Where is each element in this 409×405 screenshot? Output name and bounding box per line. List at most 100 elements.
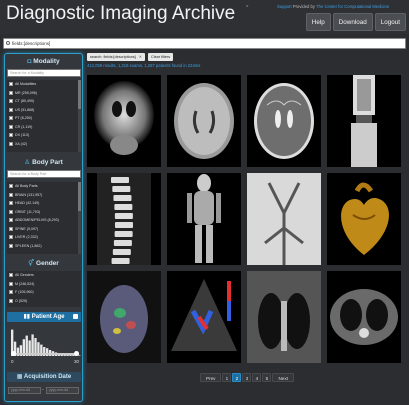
checkbox[interactable] <box>9 235 13 240</box>
modality-list: All Modalities MR (255,096) CT (80,499) … <box>7 80 81 152</box>
list-item[interactable]: CR (1,119) <box>7 123 81 132</box>
date-separator: - <box>42 387 44 393</box>
active-filters: search: fields:[descriptions] ✕ Clear fil… <box>87 53 174 61</box>
brain-coronal-image <box>94 81 154 155</box>
modality-scrollbar[interactable] <box>78 80 81 152</box>
checkbox[interactable] <box>9 90 13 95</box>
title-dropdown-caret-icon[interactable]: ˇ <box>246 6 248 13</box>
image-thumbnail[interactable] <box>87 173 161 265</box>
checkbox[interactable] <box>9 82 13 87</box>
checkbox[interactable] <box>9 209 13 214</box>
list-item[interactable]: LIVER (2,332) <box>7 233 81 242</box>
list-item[interactable]: SPINE (5,097) <box>7 225 81 234</box>
prev-page-button[interactable]: Prev <box>200 373 222 382</box>
list-item[interactable]: DX (113) <box>7 131 81 140</box>
camera-icon: ◘ <box>27 58 32 65</box>
gender-icon: ⚥ <box>28 260 35 267</box>
body-part-search-input[interactable]: Search for a Body Part <box>7 170 81 178</box>
checkbox[interactable] <box>9 290 13 295</box>
list-item[interactable]: SPLEEN (1,862) <box>7 242 81 251</box>
checkbox[interactable] <box>9 116 13 121</box>
list-item[interactable]: ORBIT (11,703) <box>7 208 81 217</box>
top-bar: Diagnostic Imaging Archive ˇ Support Pro… <box>0 0 409 34</box>
header-buttons: Help Download Logout <box>305 13 406 31</box>
help-button[interactable]: Help <box>305 13 331 31</box>
image-thumbnail[interactable] <box>327 75 401 167</box>
acquisition-date-heading: ▦ Acquisition Date <box>7 372 81 382</box>
body-part-scrollbar[interactable] <box>78 182 81 254</box>
list-item[interactable]: ABDOMEN/PELVIS (8,293) <box>7 216 81 225</box>
list-item[interactable]: HEAD (42,149) <box>7 199 81 208</box>
image-thumbnail[interactable] <box>87 75 161 167</box>
list-item[interactable]: CT (80,499) <box>7 97 81 106</box>
checkbox[interactable] <box>9 201 13 206</box>
page-4-button[interactable]: 4 <box>252 373 262 382</box>
checkbox[interactable] <box>9 107 13 112</box>
modality-search-input[interactable]: Search for a Modality <box>7 69 81 77</box>
checkbox[interactable] <box>9 141 13 146</box>
slider-min-handle[interactable] <box>11 351 16 356</box>
clear-filters-button[interactable]: Clear filters <box>147 53 174 61</box>
checkbox[interactable] <box>9 184 13 189</box>
list-item[interactable]: O (525) <box>7 297 81 306</box>
image-thumbnail[interactable] <box>167 75 241 167</box>
image-thumbnail[interactable] <box>247 173 321 265</box>
provider-link[interactable]: The Center for Computational Medicine <box>316 4 389 9</box>
image-thumbnail[interactable] <box>167 173 241 265</box>
checkbox[interactable] <box>9 192 13 197</box>
date-to-input[interactable]: yyyy-mm-dd <box>46 387 79 394</box>
page-1-button[interactable]: 1 <box>222 373 232 382</box>
search-input[interactable]: fields:[descriptions] <box>3 38 406 49</box>
age-icon: ▮▮ <box>23 314 32 320</box>
slider-max-handle[interactable] <box>74 351 79 356</box>
checkbox[interactable] <box>9 99 13 104</box>
image-thumbnail[interactable] <box>87 271 161 363</box>
list-item[interactable]: XA (42) <box>7 140 81 149</box>
page-2-button[interactable]: 2 <box>232 373 242 382</box>
brain-axial-flair-image <box>174 83 234 159</box>
page-3-button[interactable]: 3 <box>242 373 252 382</box>
slider-track <box>11 353 79 355</box>
page-5-button[interactable]: 5 <box>262 373 272 382</box>
app: Diagnostic Imaging Archive ˇ Support Pro… <box>0 0 409 405</box>
checkbox[interactable] <box>9 124 13 129</box>
person-icon: ♙ <box>24 159 31 166</box>
checkbox[interactable] <box>9 218 13 223</box>
close-icon[interactable]: ✕ <box>139 55 142 59</box>
image-thumbnail[interactable] <box>247 75 321 167</box>
gender-list: All Genders M (246,524) F (105,960) O (5… <box>7 271 81 307</box>
date-from-input[interactable]: yyyy-mm-dd <box>8 387 41 394</box>
checkbox[interactable] <box>9 243 13 248</box>
patient-age-checkbox[interactable] <box>73 314 78 319</box>
image-thumbnail[interactable] <box>247 271 321 363</box>
age-min-label: 0 <box>11 359 14 364</box>
pagination: Prev 1 2 3 4 5 Next <box>200 373 294 383</box>
image-thumbnail[interactable] <box>167 271 241 363</box>
age-range-slider[interactable] <box>11 351 79 357</box>
chest-ct-axial-image <box>330 289 398 345</box>
filter-sidebar: ◘ Modality Search for a Modality All Moda… <box>4 53 83 402</box>
list-item[interactable]: All Genders <box>7 271 81 280</box>
list-item[interactable]: PT (6,250) <box>7 114 81 123</box>
list-item[interactable]: BRAIN (131,957) <box>7 191 81 200</box>
support-link[interactable]: Support <box>277 4 292 9</box>
next-page-button[interactable]: Next <box>272 373 294 382</box>
chest-ct-coronal-image <box>247 271 321 363</box>
list-item[interactable]: All Body Parts <box>7 182 81 191</box>
logout-button[interactable]: Logout <box>374 13 406 31</box>
list-item[interactable]: US (51,868) <box>7 106 81 115</box>
checkbox[interactable] <box>9 226 13 231</box>
doppler-ultrasound-image <box>171 279 237 351</box>
image-thumbnail[interactable] <box>327 173 401 265</box>
checkbox[interactable] <box>9 298 13 303</box>
list-item[interactable]: F (105,960) <box>7 288 81 297</box>
list-item[interactable]: All Modalities <box>7 80 81 89</box>
download-button[interactable]: Download <box>332 13 373 31</box>
checkbox[interactable] <box>9 273 13 278</box>
list-item[interactable]: M (246,524) <box>7 280 81 289</box>
checkbox[interactable] <box>9 133 13 138</box>
checkbox[interactable] <box>9 281 13 286</box>
image-thumbnail[interactable] <box>327 271 401 363</box>
filter-tag-search[interactable]: search: fields:[descriptions] ✕ <box>87 53 145 61</box>
list-item[interactable]: MR (255,096) <box>7 89 81 98</box>
